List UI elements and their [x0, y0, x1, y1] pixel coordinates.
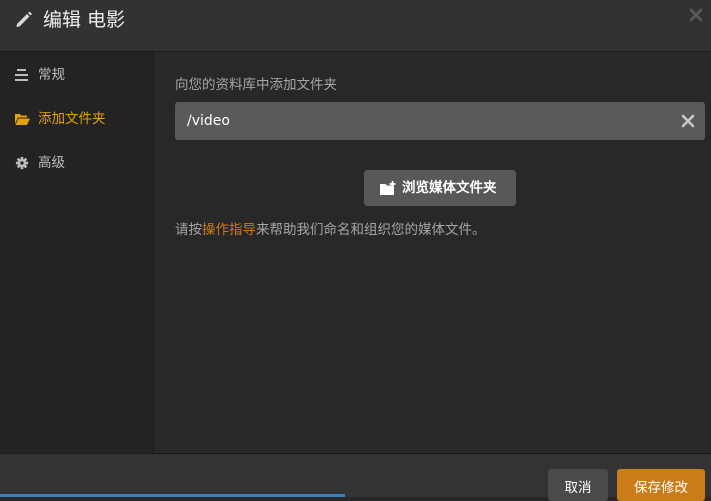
sidebar-item-advanced[interactable]: 高级	[0, 148, 153, 178]
sidebar-item-label: 常规	[38, 67, 65, 83]
gear-icon	[15, 156, 29, 170]
pencil-icon	[16, 11, 32, 27]
modal-title: 编辑 电影	[43, 9, 126, 31]
modal-header: 编辑 电影	[0, 0, 711, 52]
sidebar-item-general[interactable]: 常规	[0, 60, 153, 90]
main-panel: 向您的资料库中添加文件夹 浏览媒体文件夹 请按操作指导来帮助我们命名和组织您的媒…	[155, 52, 711, 453]
save-changes-button[interactable]: 保存修改	[617, 469, 705, 501]
cancel-button[interactable]: 取消	[548, 469, 608, 501]
cancel-button-label: 取消	[564, 480, 592, 496]
folder-path-input[interactable]	[187, 111, 667, 131]
sidebar-item-add-folder[interactable]: 添加文件夹	[0, 104, 153, 134]
sidebar: 常规 添加文件夹 高级	[0, 52, 154, 453]
save-button-label: 保存修改	[634, 480, 688, 496]
guide-link[interactable]: 操作指导	[202, 222, 256, 238]
browse-button-label: 浏览媒体文件夹	[402, 180, 497, 196]
sliders-icon	[15, 69, 28, 81]
sidebar-item-label: 高级	[38, 155, 65, 171]
folder-plus-icon	[380, 181, 396, 195]
close-icon[interactable]	[689, 7, 703, 23]
add-folder-prompt: 向您的资料库中添加文件夹	[175, 77, 337, 93]
modal-footer: 取消 保存修改	[0, 453, 711, 501]
folder-path-field	[175, 102, 705, 140]
help-text-before: 请按	[175, 222, 202, 238]
help-text: 请按操作指导来帮助我们命名和组织您的媒体文件。	[175, 221, 486, 239]
sidebar-item-label: 添加文件夹	[38, 111, 106, 127]
help-text-after: 来帮助我们命名和组织您的媒体文件。	[256, 222, 486, 238]
clear-icon[interactable]	[681, 113, 695, 129]
browse-media-folder-button[interactable]: 浏览媒体文件夹	[364, 170, 516, 206]
folder-open-icon	[15, 114, 30, 125]
